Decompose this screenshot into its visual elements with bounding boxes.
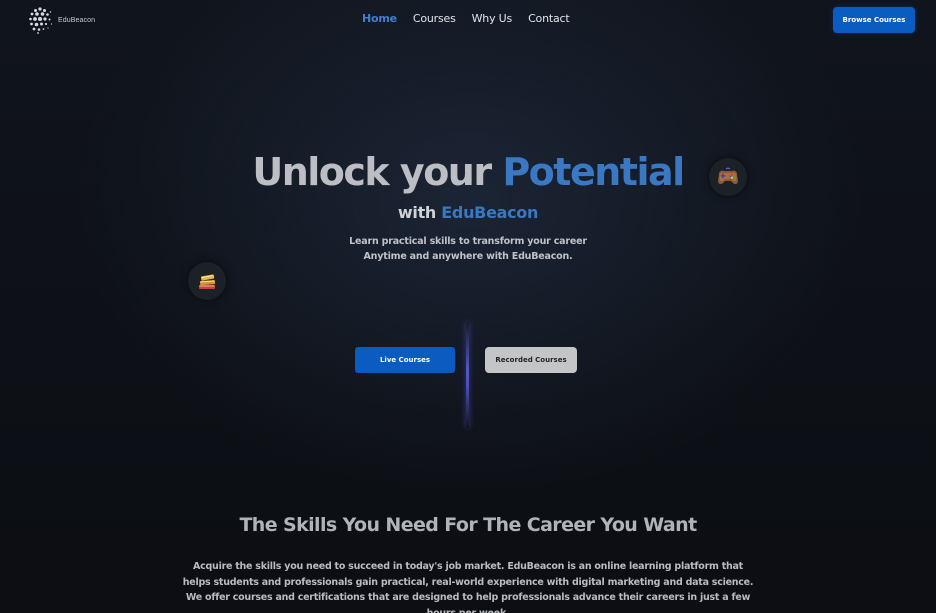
vertical-glow-divider (466, 322, 469, 428)
hero-subtitle-accent: EduBeacon (441, 203, 539, 222)
skills-description: Acquire the skills you need to succeed i… (182, 561, 754, 613)
recorded-courses-button[interactable]: Recorded Courses (485, 347, 577, 373)
hero-title-text: Unlock your (252, 150, 503, 194)
main-nav: Home Courses Why Us Contact (362, 12, 570, 25)
nav-courses[interactable]: Courses (413, 12, 456, 25)
browse-courses-button[interactable]: Browse Courses (833, 7, 915, 33)
live-courses-button[interactable]: Live Courses (355, 347, 455, 373)
hero-title: Unlock your Potential (0, 146, 936, 198)
logo[interactable]: EduBeacon (26, 4, 95, 36)
site-header: EduBeacon Home Courses Why Us Contact Br… (0, 0, 936, 40)
brand-name: EduBeacon (58, 16, 96, 24)
gamepad-icon (709, 158, 747, 196)
hero-subtitle: with EduBeacon (0, 202, 936, 224)
dotted-globe-logo-icon (29, 7, 53, 34)
nav-contact[interactable]: Contact (528, 12, 570, 25)
nav-why-us[interactable]: Why Us (472, 12, 513, 25)
hero-description-line: Anytime and anywhere with EduBeacon. (363, 251, 573, 262)
hero-subtitle-text: with (397, 203, 442, 222)
nav-home[interactable]: Home (362, 12, 397, 25)
hero-description-line: Learn practical skills to transform your… (349, 236, 587, 247)
books-icon (188, 262, 226, 300)
hero-description: Learn practical skills to transform your… (0, 234, 936, 264)
hero-title-accent: Potential (502, 150, 685, 194)
skills-heading: The Skills You Need For The Career You W… (239, 514, 697, 536)
